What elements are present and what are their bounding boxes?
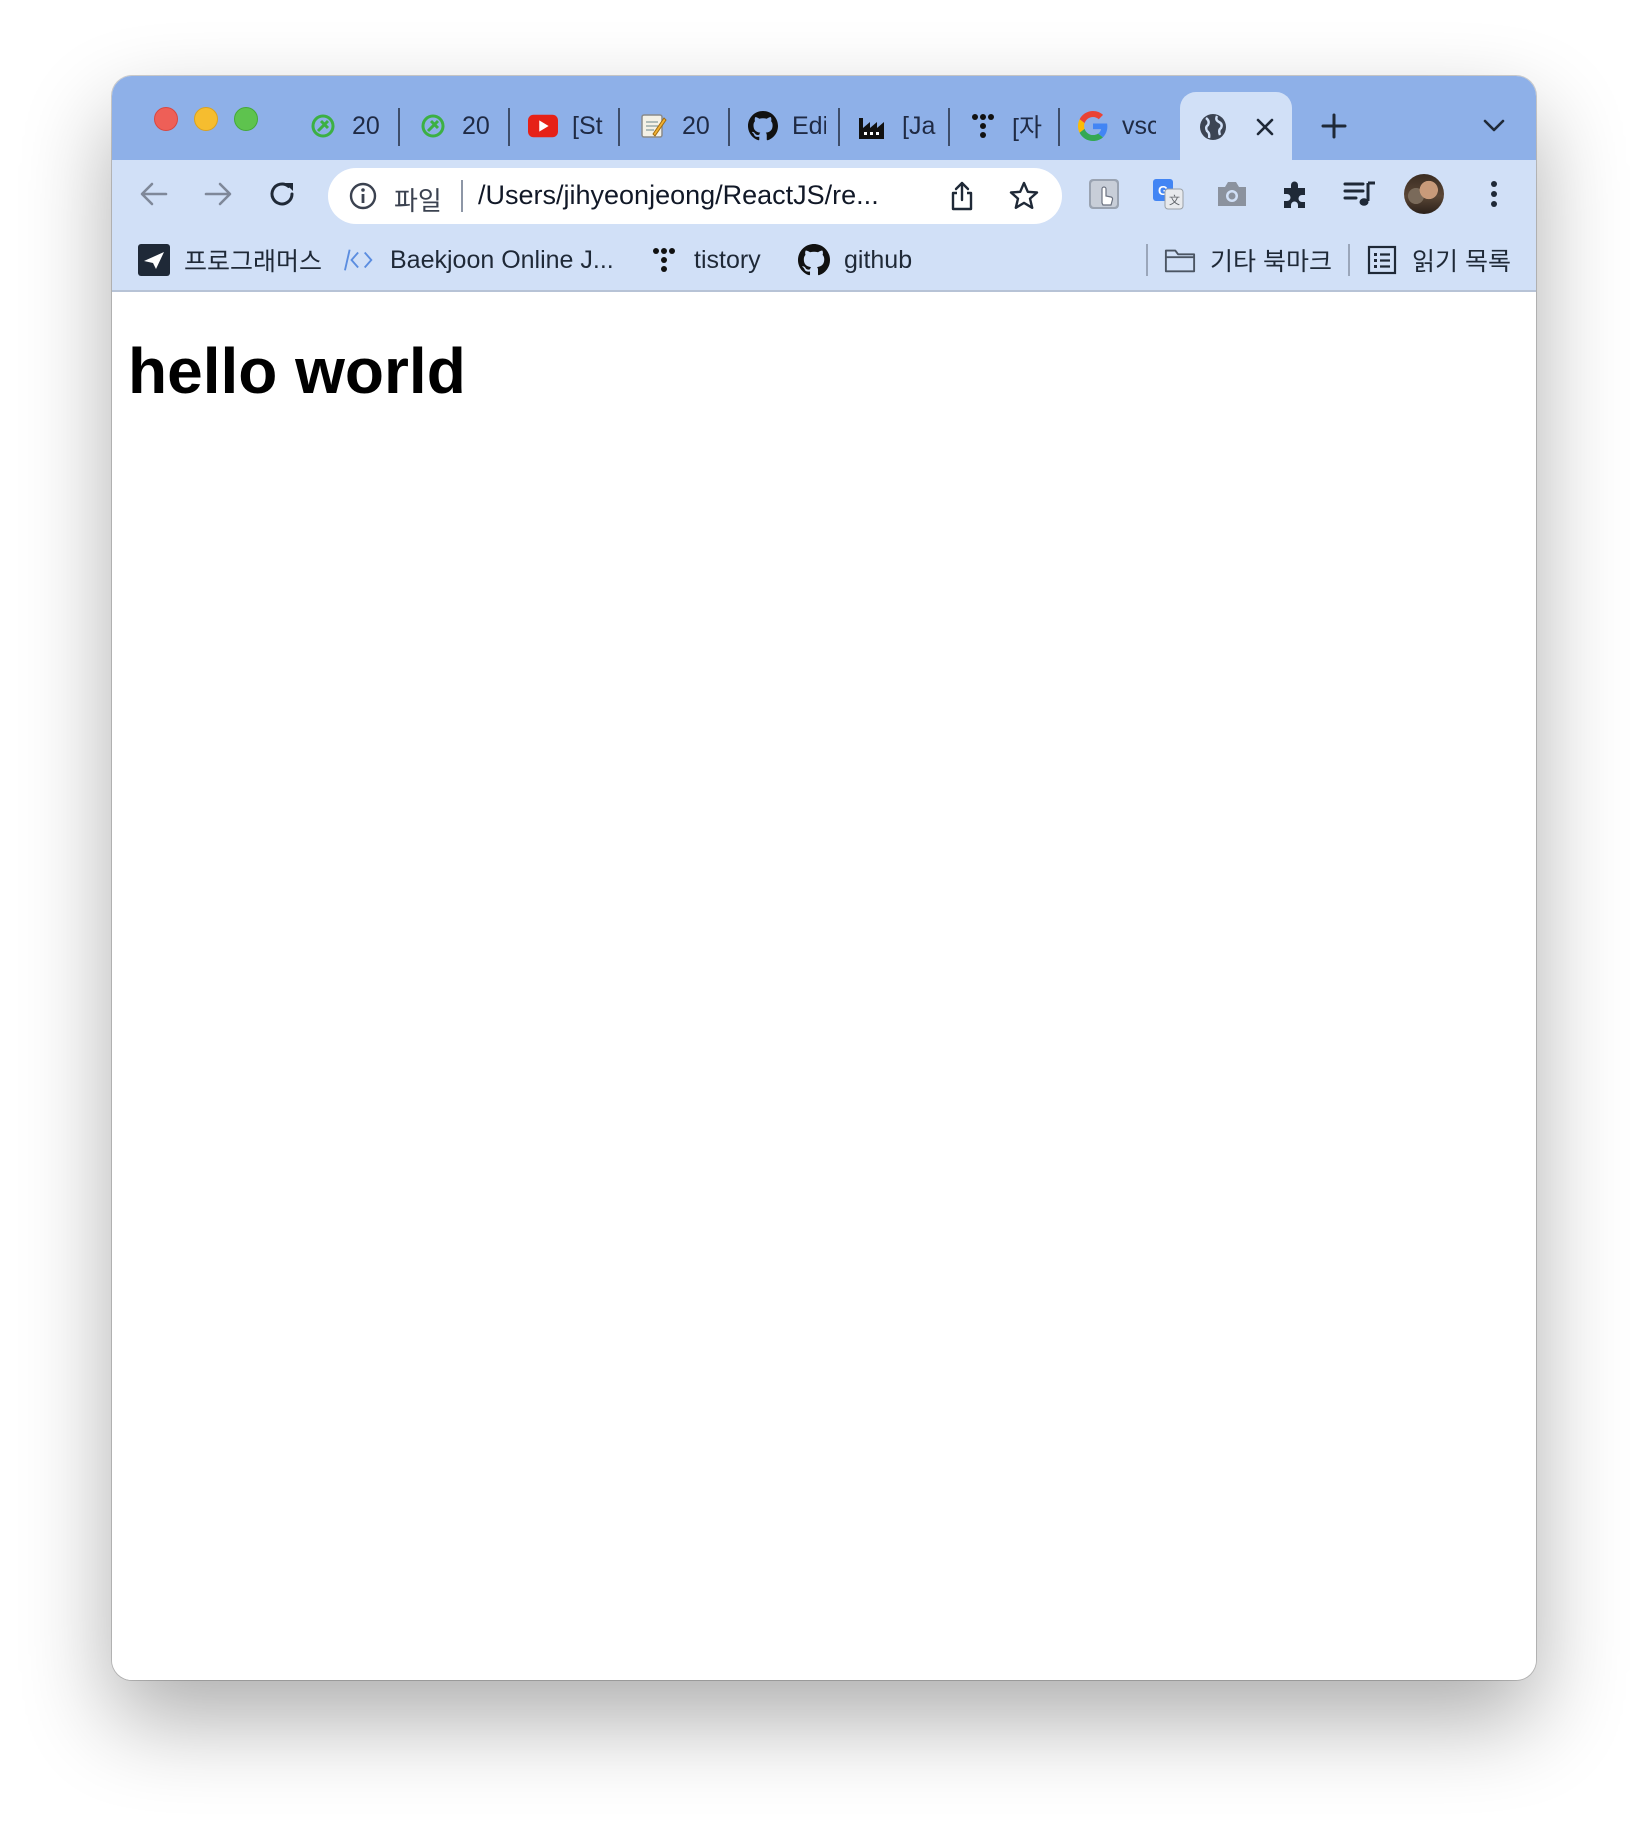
svg-text:文: 文 — [1169, 193, 1180, 207]
tab[interactable]: [자 — [950, 104, 1060, 148]
tab-active[interactable] — [1180, 92, 1292, 160]
tab-title: 20 — [682, 111, 710, 140]
tab[interactable]: [St — [510, 104, 620, 148]
bookmark-label: tistory — [694, 245, 761, 274]
arrow-right-icon — [204, 182, 232, 206]
reload-button[interactable] — [262, 174, 302, 214]
tab[interactable]: 20 — [400, 104, 510, 148]
tab-title: [Ja — [902, 111, 936, 140]
tab[interactable]: 20 — [620, 104, 730, 148]
tistory-icon — [968, 111, 998, 141]
google-icon — [1078, 111, 1108, 141]
puzzle-icon — [1284, 181, 1305, 208]
bookmark-separator — [1348, 244, 1350, 276]
tab-title: 20 — [462, 111, 490, 140]
close-icon — [1256, 118, 1274, 136]
tab-title: 20 — [352, 111, 380, 140]
scheme-label: 파일 — [394, 186, 442, 216]
screenshot-button[interactable] — [1212, 174, 1252, 214]
tab-title: [St — [572, 111, 603, 140]
menu-button[interactable] — [1474, 174, 1514, 214]
reload-icon — [270, 182, 294, 206]
other-bookmarks-label: 기타 북마크 — [1210, 248, 1332, 276]
media-control-button[interactable] — [1340, 174, 1380, 214]
bookmarks-bar: 프로그래머스 Baekjoon Online J... tistory gith… — [112, 228, 1536, 292]
kebab-menu-icon — [1491, 181, 1497, 207]
translate-button[interactable]: G文 — [1148, 174, 1188, 214]
touch-extension-icon — [1089, 179, 1119, 209]
other-bookmarks-button[interactable]: 기타 북마크 — [1164, 238, 1332, 282]
github-icon — [748, 111, 778, 141]
avatar — [1404, 174, 1444, 214]
new-tab-button[interactable] — [1312, 104, 1356, 148]
tab[interactable]: Edi — [730, 104, 840, 148]
youtube-icon — [528, 111, 558, 141]
share-icon[interactable] — [946, 180, 978, 212]
omnibox-divider — [461, 180, 463, 212]
tab[interactable]: [Ja — [840, 104, 950, 148]
github-icon — [798, 244, 830, 276]
leaf-icon — [418, 111, 448, 141]
close-window-button[interactable] — [154, 107, 178, 131]
arrow-left-icon — [140, 182, 168, 206]
google-translate-icon: G文 — [1153, 179, 1184, 210]
back-button[interactable] — [134, 174, 174, 214]
reading-list-button[interactable]: 읽기 목록 — [1366, 238, 1511, 282]
chevron-down-icon — [1483, 119, 1505, 132]
page-content: hello world — [112, 294, 1536, 1680]
bookmark-item[interactable]: tistory — [648, 238, 761, 282]
close-tab-button[interactable] — [1248, 110, 1282, 144]
tistory-icon — [648, 244, 680, 276]
browser-window: 20 20 [St 20 Edi [Ja [자 vsc 파일 /Users/ji… — [112, 76, 1536, 1680]
info-icon[interactable] — [348, 181, 378, 211]
extensions-button[interactable] — [1276, 174, 1316, 214]
toolbar: 파일 /Users/jihyeonjeong/ReactJS/re... G文 — [112, 160, 1536, 228]
tab-title: Edi — [792, 111, 826, 140]
page-heading: hello world — [128, 335, 466, 407]
tab-strip: 20 20 [St 20 Edi [Ja [자 vsc — [112, 76, 1536, 160]
bookmark-item[interactable]: github — [798, 238, 912, 282]
forward-button[interactable] — [198, 174, 238, 214]
bookmark-label: github — [844, 245, 913, 274]
url-text[interactable]: /Users/jihyeonjeong/ReactJS/re... — [478, 180, 879, 211]
profile-button[interactable] — [1404, 174, 1444, 214]
bookmark-item[interactable]: Baekjoon Online J... — [344, 238, 614, 282]
reading-list-label: 읽기 목록 — [1412, 248, 1511, 276]
globe-icon — [1198, 112, 1228, 142]
reading-list-icon — [1366, 244, 1398, 276]
maximize-window-button[interactable] — [234, 107, 258, 131]
bookmark-separator — [1146, 244, 1148, 276]
minimize-window-button[interactable] — [194, 107, 218, 131]
bookmark-label: Baekjoon Online J... — [390, 245, 614, 274]
bookmark-label: 프로그래머스 — [184, 248, 323, 276]
camera-icon — [1218, 182, 1246, 206]
leaf-icon — [308, 111, 338, 141]
playlist-icon — [1343, 181, 1375, 206]
star-icon[interactable] — [1008, 180, 1040, 212]
tab-search-button[interactable] — [1476, 108, 1512, 144]
tab[interactable]: 20 — [290, 104, 400, 148]
extension-button[interactable] — [1084, 174, 1124, 214]
address-bar[interactable]: 파일 /Users/jihyeonjeong/ReactJS/re... — [328, 168, 1062, 224]
bookmark-item[interactable]: 프로그래머스 — [138, 238, 322, 282]
tab-title: [자 — [1012, 114, 1042, 142]
factory-icon — [858, 111, 888, 141]
code-icon — [344, 244, 376, 276]
plus-icon — [1321, 113, 1347, 139]
programmers-icon — [138, 244, 170, 276]
tab[interactable]: vsc — [1060, 104, 1170, 148]
folder-icon — [1164, 244, 1196, 276]
tab-title: vsc — [1122, 111, 1156, 140]
notepad-icon — [638, 111, 668, 141]
